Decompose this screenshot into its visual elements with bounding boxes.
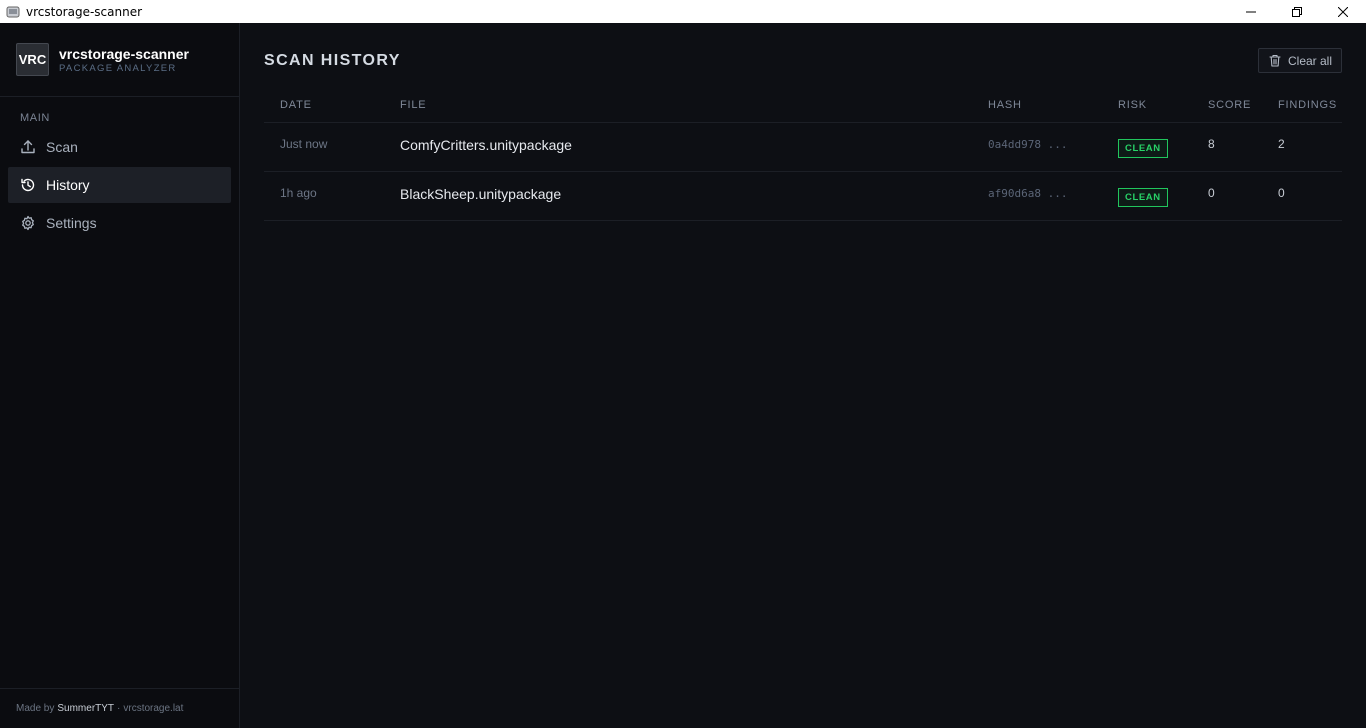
row-score: 8 bbox=[1208, 137, 1215, 151]
app-icon bbox=[6, 6, 20, 17]
table-row[interactable]: 1h ago BlackSheep.unitypackage af90d6a8 … bbox=[264, 172, 1342, 221]
brand-subtitle: PACKAGE ANALYZER bbox=[59, 62, 177, 74]
risk-badge: CLEAN bbox=[1118, 139, 1168, 158]
footer-site-link[interactable]: vrcstorage.lat bbox=[123, 703, 183, 714]
sidebar-footer: Made by SummerTYT · vrcstorage.lat bbox=[0, 688, 239, 728]
window-title: vrcstorage-scanner bbox=[26, 4, 143, 19]
brand: VRC vrcstorage-scanner PACKAGE ANALYZER bbox=[0, 23, 239, 97]
main-content: SCAN HISTORY Clear all DATE FILE HASH RI… bbox=[240, 23, 1366, 728]
page-title: SCAN HISTORY bbox=[264, 52, 401, 69]
footer-separator: · bbox=[117, 703, 121, 714]
restore-button[interactable] bbox=[1274, 0, 1320, 23]
column-header-score[interactable]: SCORE bbox=[1208, 99, 1251, 111]
sidebar-item-label: Settings bbox=[46, 215, 97, 231]
row-date: 1h ago bbox=[280, 186, 317, 200]
sidebar-item-history[interactable]: History bbox=[8, 167, 231, 203]
risk-badge: CLEAN bbox=[1118, 188, 1168, 207]
row-date: Just now bbox=[280, 137, 328, 151]
close-button[interactable] bbox=[1320, 0, 1366, 23]
table-header: DATE FILE HASH RISK SCORE FINDINGS bbox=[264, 93, 1342, 123]
brand-name: vrcstorage-scanner bbox=[59, 45, 189, 62]
sidebar-item-settings[interactable]: Settings bbox=[8, 205, 231, 241]
clear-all-label: Clear all bbox=[1288, 53, 1333, 68]
trash-icon bbox=[1269, 54, 1281, 67]
row-score: 0 bbox=[1208, 186, 1215, 200]
minimize-icon bbox=[1246, 11, 1256, 12]
column-header-file[interactable]: FILE bbox=[400, 99, 426, 111]
upload-icon bbox=[20, 139, 36, 155]
gear-icon bbox=[20, 215, 36, 231]
clear-all-button[interactable]: Clear all bbox=[1258, 48, 1342, 73]
row-file: ComfyCritters.unitypackage bbox=[400, 137, 572, 153]
window-titlebar: vrcstorage-scanner bbox=[0, 0, 1366, 23]
sidebar-item-label: Scan bbox=[46, 139, 78, 155]
row-file: BlackSheep.unitypackage bbox=[400, 186, 562, 202]
history-table: DATE FILE HASH RISK SCORE FINDINGS Just … bbox=[264, 93, 1342, 221]
restore-icon bbox=[1292, 6, 1302, 17]
nav-section-label: MAIN bbox=[20, 112, 50, 124]
footer-author: SummerTYT bbox=[57, 703, 115, 714]
column-header-findings[interactable]: FINDINGS bbox=[1278, 99, 1337, 111]
row-hash: af90d6a8 ... bbox=[988, 187, 1068, 200]
column-header-risk[interactable]: RISK bbox=[1118, 99, 1147, 111]
footer-prefix: Made by bbox=[16, 703, 55, 714]
row-hash: 0a4dd978 ... bbox=[988, 138, 1068, 151]
row-findings: 2 bbox=[1278, 137, 1285, 151]
close-icon bbox=[1338, 6, 1348, 17]
table-row[interactable]: Just now ComfyCritters.unitypackage 0a4d… bbox=[264, 123, 1342, 172]
sidebar: VRC vrcstorage-scanner PACKAGE ANALYZER … bbox=[0, 23, 240, 728]
history-icon bbox=[20, 177, 36, 193]
brand-logo: VRC bbox=[16, 43, 49, 76]
column-header-hash[interactable]: HASH bbox=[988, 99, 1022, 111]
minimize-button[interactable] bbox=[1228, 0, 1274, 23]
column-header-date[interactable]: DATE bbox=[280, 99, 312, 111]
sidebar-item-label: History bbox=[46, 177, 90, 193]
sidebar-item-scan[interactable]: Scan bbox=[8, 129, 231, 165]
row-findings: 0 bbox=[1278, 186, 1285, 200]
